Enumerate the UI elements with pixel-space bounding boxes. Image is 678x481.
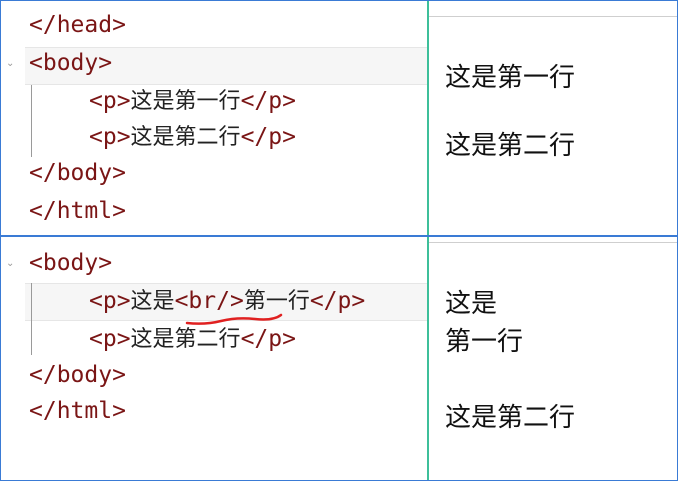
indent-guide [31,85,32,157]
preview-paragraph-2: 这是第二行 [445,403,576,433]
code-line-body-open[interactable]: <body> [29,45,112,81]
code-line-p2[interactable]: <p>这是第二行</p> [89,119,296,155]
preview-pane-bottom: 这是 第一行 这是第二行 [429,237,677,480]
code-line-body-close[interactable]: </body> [29,357,126,393]
code-line-body-close[interactable]: </body> [29,155,126,191]
code-line-html-close[interactable]: </html> [29,393,126,429]
bottom-panel: ⌄ <body> <p>这是<br/>第一行</p> <p>这是第二行</p> … [1,237,677,480]
preview-line-1b: 第一行 [445,327,524,357]
code-line-head-close[interactable]: </head> [29,7,126,43]
preview-paragraph-2: 这是第二行 [445,131,576,161]
red-underline-annotation [185,313,283,325]
indent-guide [31,283,32,355]
code-editor-bottom[interactable]: ⌄ <body> <p>这是<br/>第一行</p> <p>这是第二行</p> … [1,237,427,480]
preview-paragraph-1: 这是第一行 [445,63,576,93]
fold-chevron-icon[interactable]: ⌄ [6,259,16,269]
top-panel: ⌄ </head> <body> <p>这是第一行</p> <p>这是第二行</… [1,1,677,235]
preview-divider [429,242,677,243]
preview-divider [429,16,677,17]
fold-chevron-icon[interactable]: ⌄ [6,59,16,69]
code-line-p1[interactable]: <p>这是第一行</p> [89,83,296,119]
code-line-body-open[interactable]: <body> [29,245,112,281]
preview-line-1a: 这是 [445,289,498,319]
code-editor-top[interactable]: ⌄ </head> <body> <p>这是第一行</p> <p>这是第二行</… [1,1,427,235]
code-line-html-close[interactable]: </html> [29,193,126,229]
preview-pane-top: 这是第一行 这是第二行 [429,1,677,235]
